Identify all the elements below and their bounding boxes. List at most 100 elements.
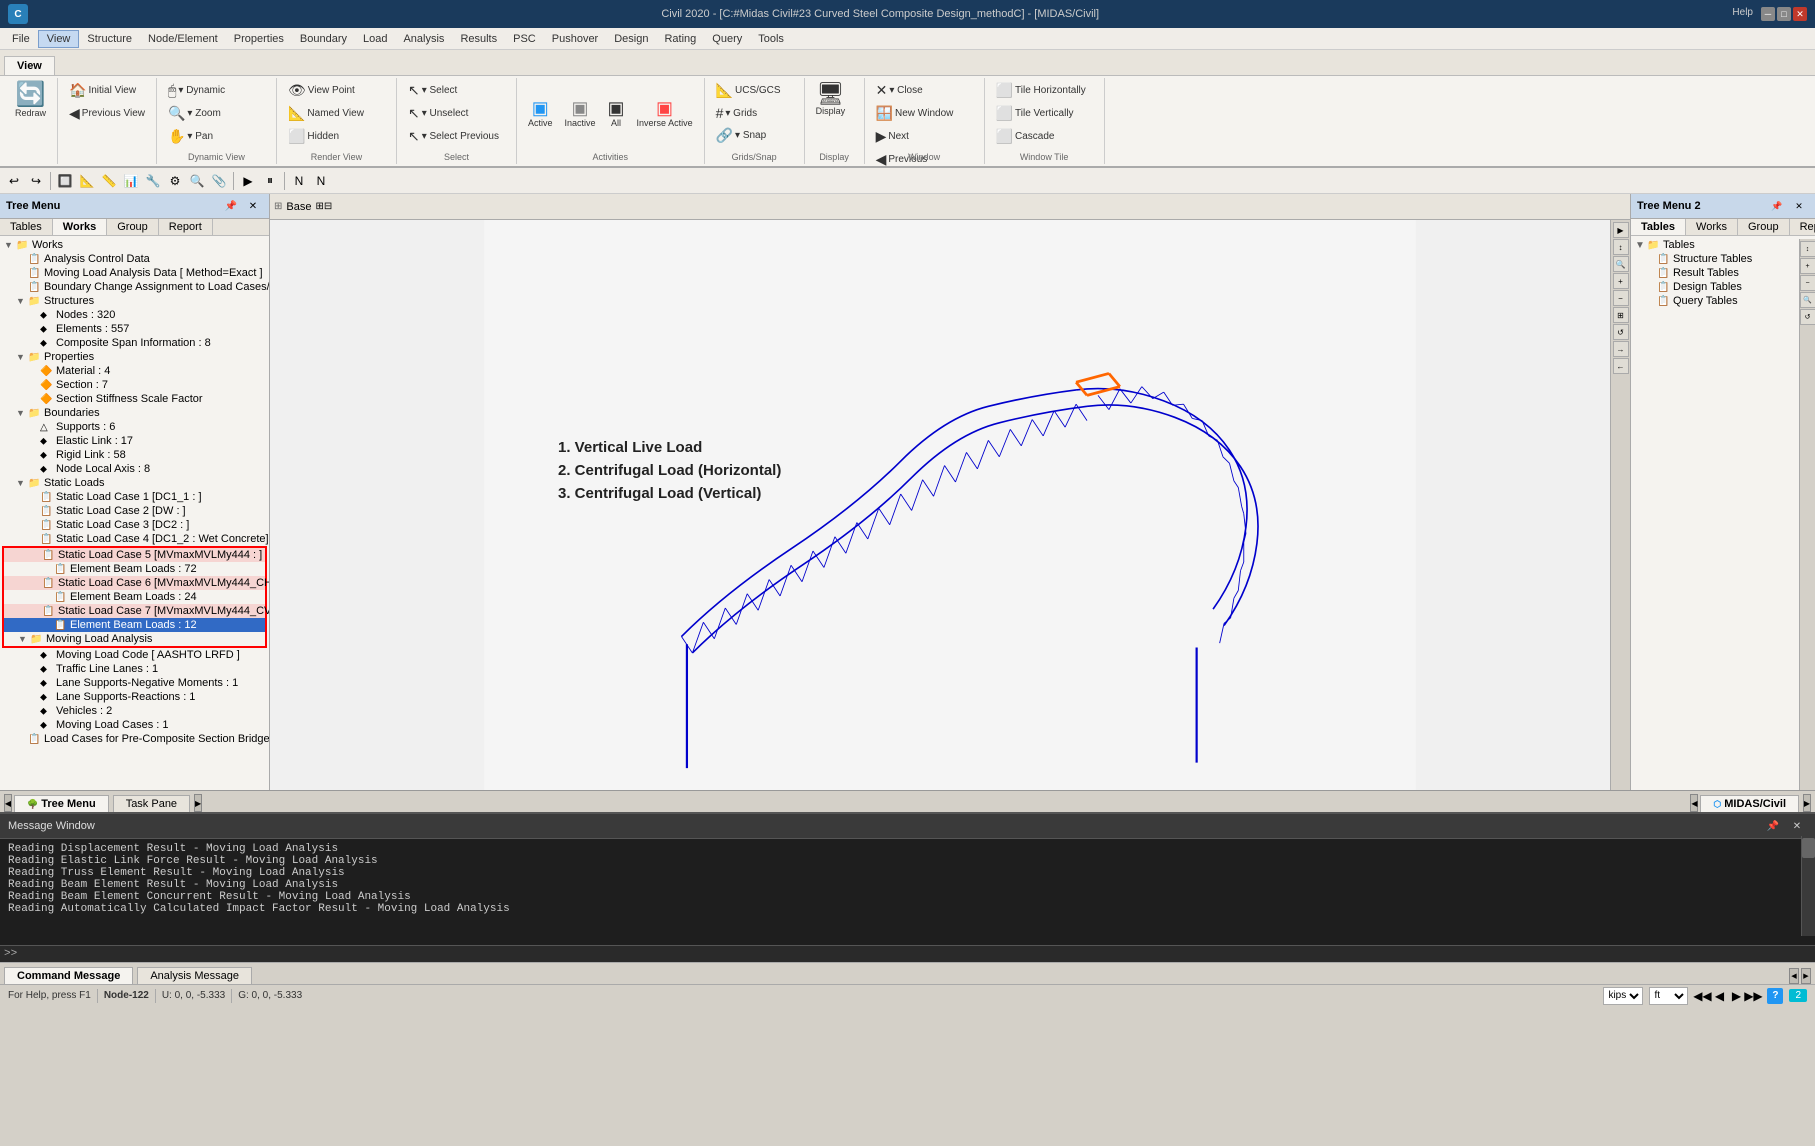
msg-scrollbar[interactable] bbox=[1801, 836, 1815, 936]
menu-view[interactable]: View bbox=[38, 30, 80, 48]
window-controls[interactable]: Help ─ □ ✕ bbox=[1732, 7, 1807, 21]
toolbar-btn-10[interactable]: 📎 bbox=[209, 171, 229, 191]
msg-scrollbar-thumb[interactable] bbox=[1802, 838, 1815, 858]
tree2-side-4[interactable]: 🔍 bbox=[1800, 292, 1815, 308]
tree2-tab-report[interactable]: Report bbox=[1790, 219, 1815, 235]
tree-item[interactable]: 🔶 Section : 7 bbox=[2, 378, 267, 392]
tree2-pin-button[interactable]: 📌 bbox=[1767, 196, 1787, 216]
tree2-close-button[interactable]: ✕ bbox=[1789, 196, 1809, 216]
tree-item[interactable]: 📋 Static Load Case 3 [DC2 : ] bbox=[2, 518, 267, 532]
tree-item[interactable]: ⬥ Lane Supports-Negative Moments : 1 bbox=[2, 676, 267, 690]
tab-tree-menu[interactable]: 🌳 Tree Menu bbox=[14, 795, 109, 812]
next-window-button[interactable]: ▶ Next bbox=[871, 126, 914, 147]
message-input[interactable] bbox=[21, 948, 1811, 960]
named-view-button[interactable]: 📐 Named View bbox=[283, 103, 369, 124]
inverse-active-button[interactable]: ▣ Inverse Active bbox=[632, 96, 698, 132]
tree-item[interactable]: 📋 Static Load Case 1 [DC1_1 : ] bbox=[2, 490, 267, 504]
menu-file[interactable]: File bbox=[4, 31, 38, 47]
tree2-side-3[interactable]: − bbox=[1800, 275, 1815, 291]
tree-tab-group[interactable]: Group bbox=[107, 219, 159, 235]
tree-tab-works[interactable]: Works bbox=[53, 219, 107, 235]
menu-pushover[interactable]: Pushover bbox=[544, 31, 606, 47]
tile-v-button[interactable]: ⬜ Tile Vertically bbox=[991, 103, 1079, 124]
msg-close-button[interactable]: ✕ bbox=[1787, 816, 1807, 836]
tree-item[interactable]: 📋 Static Load Case 7 [MVmaxMVLMy444_CV :… bbox=[2, 604, 267, 618]
side-tool-4[interactable]: + bbox=[1613, 273, 1629, 289]
unselect-button[interactable]: ↖ ▾ Unselect bbox=[403, 103, 473, 124]
nav-btn-3[interactable]: ▶ bbox=[1728, 988, 1744, 1004]
unit-length-select[interactable]: ft m cm mm in bbox=[1649, 987, 1688, 1005]
msg-tab-scroll-r[interactable]: ▶ bbox=[1801, 968, 1811, 984]
nav-btn-4[interactable]: ▶▶ bbox=[1745, 988, 1761, 1004]
tree2-design-tables[interactable]: 📋 Design Tables bbox=[1633, 280, 1813, 294]
side-tool-1[interactable]: ▶ bbox=[1613, 222, 1629, 238]
tree2-side-5[interactable]: ↺ bbox=[1800, 309, 1815, 325]
side-tool-8[interactable]: → bbox=[1613, 341, 1629, 357]
tree2-side-2[interactable]: + bbox=[1800, 258, 1815, 274]
minimize-button[interactable]: ─ bbox=[1761, 7, 1775, 21]
dynamic-button[interactable]: 🖱 ▾ Dynamic bbox=[163, 80, 230, 101]
side-tool-6[interactable]: ⊞ bbox=[1613, 307, 1629, 323]
inactive-button[interactable]: ▣ Inactive bbox=[560, 96, 601, 132]
menu-psc[interactable]: PSC bbox=[505, 31, 544, 47]
tree-item[interactable]: ⬥ Nodes : 320 bbox=[2, 308, 267, 322]
toolbar-btn-2[interactable]: ↪ bbox=[26, 171, 46, 191]
tree-item[interactable]: △ Supports : 6 bbox=[2, 420, 267, 434]
menu-boundary[interactable]: Boundary bbox=[292, 31, 355, 47]
tree-item[interactable]: 📋 Element Beam Loads : 12 bbox=[2, 618, 267, 632]
toolbar-btn-9[interactable]: 🔍 bbox=[187, 171, 207, 191]
tree-close-button[interactable]: ✕ bbox=[243, 196, 263, 216]
side-tool-9[interactable]: ← bbox=[1613, 358, 1629, 374]
toolbar-btn-13[interactable]: N bbox=[289, 171, 309, 191]
tree2-tab-group[interactable]: Group bbox=[1738, 219, 1790, 235]
help-btn[interactable]: ? bbox=[1767, 988, 1783, 1004]
tree-item[interactable]: ▼ 📁 Moving Load Analysis bbox=[2, 632, 267, 648]
all-button[interactable]: ▣ All bbox=[603, 96, 630, 132]
tree-item[interactable]: ▼ 📁 Properties bbox=[2, 350, 267, 364]
close-win-button[interactable]: ✕ ▾ Close bbox=[871, 80, 928, 101]
tree2-structure-tables[interactable]: 📋 Structure Tables bbox=[1633, 252, 1813, 266]
ucs-button[interactable]: 📐 UCS/GCS bbox=[711, 80, 786, 101]
tree-item[interactable]: ⬥ Moving Load Cases : 1 bbox=[2, 718, 267, 732]
toolbar-btn-11[interactable]: ▶ bbox=[238, 171, 258, 191]
bottom-tab-command[interactable]: Command Message bbox=[4, 967, 133, 984]
menu-load[interactable]: Load bbox=[355, 31, 395, 47]
tree-item[interactable]: ⬥ Moving Load Code [ AASHTO LRFD ] bbox=[2, 648, 267, 662]
tree-item[interactable]: 🔶 Material : 4 bbox=[2, 364, 267, 378]
scroll-left-btn[interactable]: ◀ bbox=[4, 794, 12, 812]
tree-item[interactable]: 📋 Static Load Case 2 [DW : ] bbox=[2, 504, 267, 518]
snap-button[interactable]: 🔗 ▾ Snap bbox=[711, 125, 772, 146]
msg-tab-scroll-l[interactable]: ◀ bbox=[1789, 968, 1799, 984]
menu-properties[interactable]: Properties bbox=[226, 31, 292, 47]
tree-item[interactable]: ⬥ Composite Span Information : 8 bbox=[2, 336, 267, 350]
unit-force-select[interactable]: kips N kN tf bbox=[1603, 987, 1643, 1005]
side-tool-7[interactable]: ↺ bbox=[1613, 324, 1629, 340]
hidden-button[interactable]: ⬜ Hidden bbox=[283, 126, 344, 147]
nav-btn-1[interactable]: ◀◀ bbox=[1694, 988, 1710, 1004]
redraw-button[interactable]: 🔄 Redraw bbox=[10, 80, 51, 122]
tree-item[interactable]: ⬥ Lane Supports-Reactions : 1 bbox=[2, 690, 267, 704]
menu-analysis[interactable]: Analysis bbox=[395, 31, 452, 47]
toolbar-btn-7[interactable]: 🔧 bbox=[143, 171, 163, 191]
active-button[interactable]: ▣ Active bbox=[523, 96, 558, 132]
toolbar-btn-14[interactable]: N bbox=[311, 171, 331, 191]
toolbar-btn-4[interactable]: 📐 bbox=[77, 171, 97, 191]
tree2-tab-works[interactable]: Works bbox=[1686, 219, 1738, 235]
tree-item[interactable]: 📋 Load Cases for Pre-Composite Section B… bbox=[2, 732, 267, 746]
tab-midas-civil[interactable]: ⬡ MIDAS/Civil bbox=[1700, 795, 1799, 812]
toolbar-btn-8[interactable]: ⚙ bbox=[165, 171, 185, 191]
tree-item[interactable]: ⬥ Node Local Axis : 8 bbox=[2, 462, 267, 476]
cascade-button[interactable]: ⬜ Cascade bbox=[991, 126, 1060, 147]
tree-item[interactable]: ▼ 📁 Static Loads bbox=[2, 476, 267, 490]
msg-pin-button[interactable]: 📌 bbox=[1763, 816, 1783, 836]
new-window-button[interactable]: 🪟 New Window bbox=[871, 103, 959, 124]
tile-h-button[interactable]: ⬜ Tile Horizontally bbox=[991, 80, 1091, 101]
viewport[interactable]: 1. Vertical Live Load 2. Centrifugal Loa… bbox=[270, 220, 1630, 790]
nav-btn-2[interactable]: ◀ bbox=[1711, 988, 1727, 1004]
tab-task-pane[interactable]: Task Pane bbox=[113, 795, 190, 812]
tree-tab-tables[interactable]: Tables bbox=[0, 219, 53, 235]
tree-item[interactable]: 🔶 Section Stiffness Scale Factor bbox=[2, 392, 267, 406]
pan-button[interactable]: ✋ ▾ Pan bbox=[163, 126, 218, 147]
select-previous-button[interactable]: ↖ ▾ Select Previous bbox=[403, 126, 504, 147]
side-tool-5[interactable]: − bbox=[1613, 290, 1629, 306]
